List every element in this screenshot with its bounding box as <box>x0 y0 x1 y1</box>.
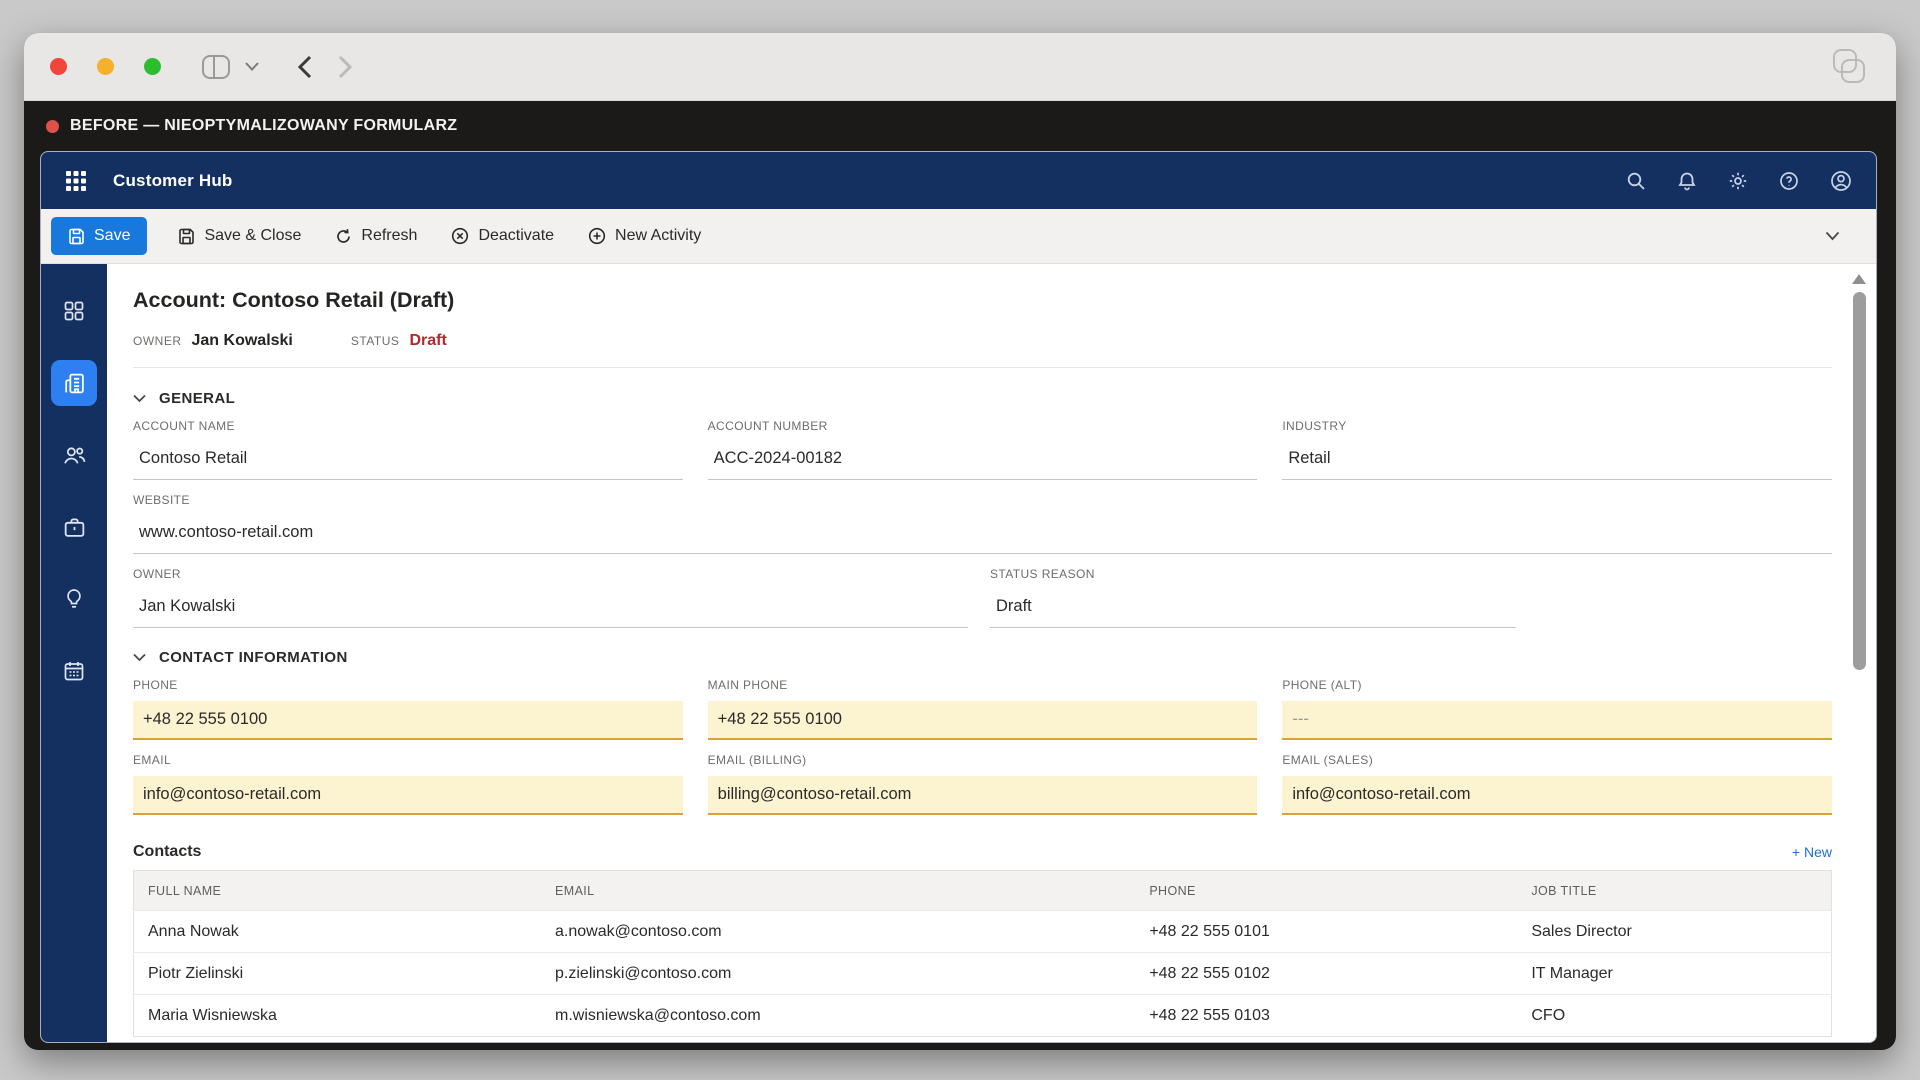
account-name-input[interactable]: Contoso Retail <box>133 442 683 480</box>
help-icon[interactable] <box>1779 171 1799 191</box>
search-icon[interactable] <box>1626 171 1646 191</box>
website-input[interactable]: www.contoso-retail.com <box>133 516 1832 554</box>
field-phone-alt: PHONE (ALT) --- <box>1282 678 1832 740</box>
macos-window: BEFORE — NIEOPTYMALIZOWANY FORMULARZ Cus… <box>24 33 1896 1050</box>
banner-label: BEFORE — NIEOPTYMALIZOWANY FORMULARZ <box>70 117 457 135</box>
owner-label: OWNER <box>133 334 182 348</box>
forward-button[interactable] <box>337 55 353 79</box>
header-divider <box>133 367 1832 368</box>
field-account-name: ACCOUNT NAME Contoso Retail <box>133 419 683 480</box>
col-email: EMAIL <box>541 871 1135 911</box>
table-row[interactable]: Piotr Zielinski p.zielinski@contoso.com … <box>134 953 1832 995</box>
nav-dashboard-icon[interactable] <box>51 288 97 334</box>
waffle-grid-icon[interactable] <box>65 170 87 192</box>
table-row[interactable]: Maria Wisniewska m.wisniewska@contoso.co… <box>134 995 1832 1037</box>
email-billing-input[interactable]: billing@contoso-retail.com <box>708 776 1258 815</box>
field-email-billing: EMAIL (BILLING) billing@contoso-retail.c… <box>708 753 1258 815</box>
window-titlebar <box>24 33 1896 101</box>
command-overflow-chevron-icon[interactable] <box>1825 231 1840 241</box>
deactivate-button[interactable]: Deactivate <box>434 217 571 255</box>
nav-rail <box>41 264 107 1042</box>
phone-alt-input[interactable]: --- <box>1282 701 1832 740</box>
nav-calendar-icon[interactable] <box>51 648 97 694</box>
nav-accounts-building-icon[interactable] <box>51 360 97 406</box>
refresh-button[interactable]: Refresh <box>318 217 434 255</box>
section-contact-info-header[interactable]: CONTACT INFORMATION <box>133 649 1832 666</box>
maximize-button[interactable] <box>144 58 161 75</box>
field-website: WEBSITE www.contoso-retail.com <box>133 493 1832 554</box>
sidebar-toggle-icon[interactable] <box>201 53 231 81</box>
nav-lightbulb-icon[interactable] <box>51 576 97 622</box>
field-industry: INDUSTRY Retail <box>1282 419 1832 480</box>
page-title: Account: Contoso Retail (Draft) <box>133 288 1832 313</box>
field-phone: PHONE +48 22 555 0100 <box>133 678 683 740</box>
status-reason-input[interactable]: Draft <box>990 590 1516 628</box>
field-main-phone: MAIN PHONE +48 22 555 0100 <box>708 678 1258 740</box>
minimize-button[interactable] <box>97 58 114 75</box>
recording-dot-icon <box>46 120 59 133</box>
table-row[interactable]: Anna Nowak a.nowak@contoso.com +48 22 55… <box>134 911 1832 953</box>
nav-briefcase-icon[interactable] <box>51 504 97 550</box>
phone-input[interactable]: +48 22 555 0100 <box>133 701 683 740</box>
email-input[interactable]: info@contoso-retail.com <box>133 776 683 815</box>
col-job-title: JOB TITLE <box>1517 871 1831 911</box>
notifications-bell-icon[interactable] <box>1677 171 1697 191</box>
vertical-scrollbar[interactable] <box>1851 270 1867 1032</box>
owner-input[interactable]: Jan Kowalski <box>133 590 968 628</box>
command-bar: Save Save & Close Refresh Deactivate <box>41 209 1876 264</box>
contacts-subgrid-title: Contacts <box>133 843 201 861</box>
email-sales-input[interactable]: info@contoso-retail.com <box>1282 776 1832 815</box>
field-email: EMAIL info@contoso-retail.com <box>133 753 683 815</box>
new-contact-link[interactable]: + New <box>1792 844 1832 860</box>
owner-value: Jan Kowalski <box>192 332 293 350</box>
main-phone-input[interactable]: +48 22 555 0100 <box>708 701 1258 740</box>
col-full-name: FULL NAME <box>134 871 542 911</box>
new-activity-button[interactable]: New Activity <box>571 217 718 255</box>
status-label: STATUS <box>351 334 400 348</box>
section-general-header[interactable]: GENERAL <box>133 390 1832 407</box>
field-status-reason: STATUS REASON Draft <box>990 567 1516 628</box>
status-badge: Draft <box>409 332 446 350</box>
field-owner: OWNER Jan Kowalski <box>133 567 968 628</box>
back-button[interactable] <box>297 55 313 79</box>
scroll-up-arrow-icon[interactable] <box>1852 274 1866 284</box>
close-button[interactable] <box>50 58 67 75</box>
industry-input[interactable]: Retail <box>1282 442 1832 480</box>
overlapping-squares-icon[interactable] <box>1826 48 1870 86</box>
field-account-number: ACCOUNT NUMBER ACC-2024-00182 <box>708 419 1258 480</box>
save-button[interactable]: Save <box>51 217 147 255</box>
settings-gear-icon[interactable] <box>1728 171 1748 191</box>
chevron-down-icon <box>133 653 146 662</box>
banner: BEFORE — NIEOPTYMALIZOWANY FORMULARZ <box>24 101 1896 151</box>
scrollbar-thumb[interactable] <box>1853 292 1866 670</box>
traffic-lights <box>50 58 161 75</box>
record-meta: OWNER Jan Kowalski STATUS Draft <box>133 332 1832 350</box>
contacts-header-row: FULL NAME EMAIL PHONE JOB TITLE <box>134 871 1832 911</box>
chevron-down-icon[interactable] <box>245 62 259 71</box>
app-title: Customer Hub <box>113 171 233 191</box>
chevron-down-icon <box>133 394 146 403</box>
nav-contacts-people-icon[interactable] <box>51 432 97 478</box>
field-email-sales: EMAIL (SALES) info@contoso-retail.com <box>1282 753 1832 815</box>
app-window: Customer Hub <box>40 151 1877 1043</box>
account-person-icon[interactable] <box>1830 170 1852 192</box>
col-phone: PHONE <box>1135 871 1517 911</box>
save-and-close-button[interactable]: Save & Close <box>161 217 318 255</box>
app-header: Customer Hub <box>41 152 1876 209</box>
account-number-input[interactable]: ACC-2024-00182 <box>708 442 1258 480</box>
form-main: Account: Contoso Retail (Draft) OWNER Ja… <box>107 264 1876 1042</box>
contacts-table: FULL NAME EMAIL PHONE JOB TITLE Anna Now… <box>133 870 1832 1037</box>
